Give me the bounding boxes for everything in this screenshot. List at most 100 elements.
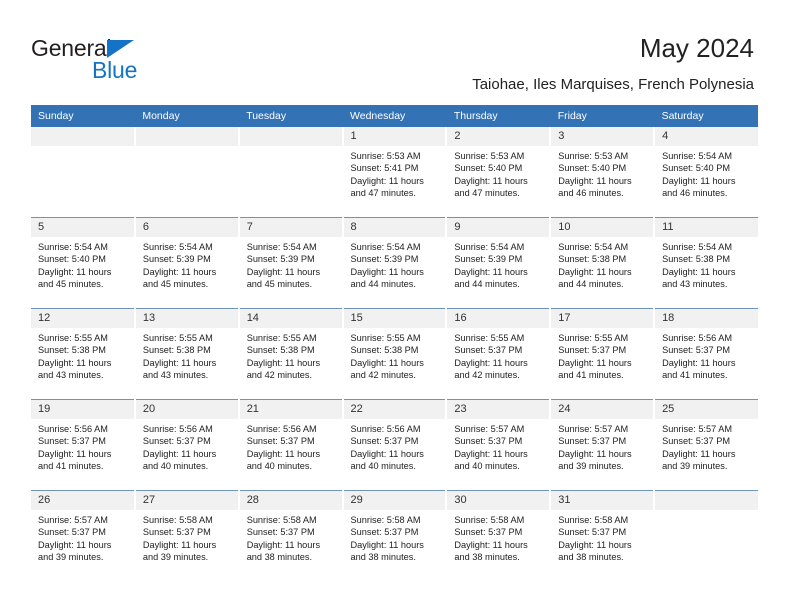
calendar-day-cell[interactable]: 14 Sunrise: 5:55 AM Sunset: 5:38 PM Dayligh… (238, 308, 344, 400)
day-details: Sunrise: 5:56 AM Sunset: 5:37 PM Daylight:… (344, 419, 446, 473)
day-details: Sunrise: 5:54 AM Sunset: 5:38 PM Daylight:… (551, 237, 653, 291)
calendar-day-cell[interactable]: 15 Sunrise: 5:55 AM Sunset: 5:38 PM Dayligh… (342, 308, 448, 400)
daylight-text-line1: Daylight: 11 hours (246, 266, 321, 277)
calendar-day-cell[interactable]: 18 Sunrise: 5:56 AM Sunset: 5:37 PM Dayligh… (654, 308, 758, 400)
daylight-text-line2: and 43 minutes. (38, 370, 104, 381)
calendar-day-cell[interactable]: 12 Sunrise: 5:55 AM Sunset: 5:38 PM Dayligh… (31, 308, 136, 400)
sunrise-text: Sunrise: 5:56 AM (350, 424, 421, 434)
calendar-day-cell[interactable]: 2 Sunrise: 5:53 AM Sunset: 5:40 PM Daylight… (446, 127, 552, 218)
daylight-text-line1: Daylight: 11 hours (558, 539, 632, 550)
sunrise-text: Sunrise: 5:55 AM (246, 333, 317, 343)
calendar-day-cell[interactable]: 26 Sunrise: 5:57 AM Sunset: 5:37 PM Dayligh… (31, 490, 136, 581)
sunrise-text: Sunrise: 5:54 AM (662, 242, 733, 252)
day-number: 21 (239, 400, 342, 419)
calendar-day-cell[interactable]: 9 Sunrise: 5:54 AM Sunset: 5:39 PM Daylight… (446, 217, 552, 309)
daylight-text-line2: and 39 minutes. (38, 552, 104, 563)
sunset-text: Sunset: 5:37 PM (662, 345, 730, 356)
sunset-text: Sunset: 5:40 PM (38, 254, 106, 265)
daylight-text-line1: Daylight: 11 hours (454, 266, 528, 277)
day-number: 20 (135, 400, 238, 419)
day-details: Sunrise: 5:58 AM Sunset: 5:37 PM Daylight:… (551, 510, 653, 564)
daylight-text-line2: and 44 minutes. (350, 279, 416, 290)
calendar-day-cell[interactable]: 1 Sunrise: 5:53 AM Sunset: 5:41 PM Daylight… (342, 127, 448, 218)
daylight-text-line2: and 42 minutes. (454, 370, 520, 381)
calendar-day-cell[interactable]: 10 Sunrise: 5:54 AM Sunset: 5:38 PM Dayligh… (550, 217, 656, 309)
sunset-text: Sunset: 5:40 PM (558, 163, 627, 174)
calendar-day-cell[interactable]: 20 Sunrise: 5:56 AM Sunset: 5:37 PM Dayligh… (134, 399, 240, 491)
calendar-day-cell[interactable]: 4 Sunrise: 5:54 AM Sunset: 5:40 PM Daylight… (654, 127, 758, 218)
calendar-day-cell[interactable]: 19 Sunrise: 5:56 AM Sunset: 5:37 PM Dayligh… (31, 399, 136, 491)
sunset-text: Sunset: 5:40 PM (454, 163, 523, 174)
day-details: Sunrise: 5:56 AM Sunset: 5:37 PM Daylight:… (31, 419, 134, 473)
sunset-text: Sunset: 5:39 PM (246, 254, 315, 265)
day-number: 25 (655, 400, 758, 419)
calendar-day-cell[interactable]: 7 Sunrise: 5:54 AM Sunset: 5:39 PM Daylight… (238, 217, 344, 309)
day-details: Sunrise: 5:57 AM Sunset: 5:37 PM Daylight:… (655, 419, 758, 473)
calendar-day-cell[interactable]: 31 Sunrise: 5:58 AM Sunset: 5:37 PM Dayligh… (550, 490, 656, 581)
calendar-day-cell[interactable]: 6 Sunrise: 5:54 AM Sunset: 5:39 PM Daylight… (134, 217, 240, 309)
day-number: 22 (343, 400, 446, 419)
daylight-text-line2: and 46 minutes. (558, 188, 624, 199)
day-details: Sunrise: 5:54 AM Sunset: 5:40 PM Daylight:… (31, 237, 134, 291)
calendar-day-cell[interactable]: 30 Sunrise: 5:58 AM Sunset: 5:37 PM Dayligh… (446, 490, 552, 581)
sunset-text: Sunset: 5:37 PM (558, 436, 627, 447)
calendar-grid: Sunday Monday Tuesday Wednesday Thursday… (31, 105, 759, 581)
sunset-text: Sunset: 5:37 PM (454, 345, 523, 356)
calendar-day-cell[interactable]: 3 Sunrise: 5:53 AM Sunset: 5:40 PM Daylight… (550, 127, 656, 218)
day-number: 28 (239, 491, 342, 510)
calendar-cell-empty (238, 127, 344, 218)
daylight-text-line2: and 39 minutes. (662, 461, 728, 472)
calendar-day-cell[interactable]: 28 Sunrise: 5:58 AM Sunset: 5:37 PM Dayligh… (238, 490, 344, 581)
daylight-text-line1: Daylight: 11 hours (350, 357, 424, 368)
sunset-text: Sunset: 5:37 PM (38, 436, 106, 447)
calendar-day-cell[interactable]: 23 Sunrise: 5:57 AM Sunset: 5:37 PM Dayligh… (446, 399, 552, 491)
calendar-week-row: 1 Sunrise: 5:53 AM Sunset: 5:41 PM Daylight… (31, 127, 758, 218)
day-number: 5 (31, 218, 134, 237)
day-details: Sunrise: 5:58 AM Sunset: 5:37 PM Daylight:… (447, 510, 549, 564)
daylight-text-line2: and 38 minutes. (350, 552, 416, 563)
sunrise-text: Sunrise: 5:55 AM (454, 333, 525, 343)
sunrise-text: Sunrise: 5:54 AM (558, 242, 629, 252)
daylight-text-line1: Daylight: 11 hours (246, 448, 321, 459)
calendar-day-cell[interactable]: 8 Sunrise: 5:54 AM Sunset: 5:39 PM Daylight… (342, 217, 448, 309)
day-details: Sunrise: 5:57 AM Sunset: 5:37 PM Daylight:… (447, 419, 549, 473)
calendar-day-cell[interactable]: 13 Sunrise: 5:55 AM Sunset: 5:38 PM Dayligh… (134, 308, 240, 400)
calendar-body: 1 Sunrise: 5:53 AM Sunset: 5:41 PM Daylight… (31, 127, 758, 581)
general-blue-logo[interactable]: General Blue (31, 35, 181, 87)
day-number: 31 (551, 491, 654, 510)
calendar-day-cell[interactable]: 16 Sunrise: 5:55 AM Sunset: 5:37 PM Dayligh… (446, 308, 552, 400)
daylight-text-line2: and 38 minutes. (246, 552, 313, 563)
daylight-text-line2: and 41 minutes. (558, 370, 624, 381)
daylight-text-line1: Daylight: 11 hours (246, 539, 321, 550)
day-number (135, 127, 238, 146)
calendar-day-cell[interactable]: 24 Sunrise: 5:57 AM Sunset: 5:37 PM Dayligh… (550, 399, 656, 491)
triangle-icon (107, 40, 134, 58)
day-number: 3 (551, 127, 654, 146)
day-number: 6 (135, 218, 238, 237)
calendar-day-cell[interactable]: 29 Sunrise: 5:58 AM Sunset: 5:37 PM Dayligh… (342, 490, 448, 581)
sunrise-text: Sunrise: 5:58 AM (142, 515, 213, 525)
day-number: 26 (31, 491, 134, 510)
daylight-text-line2: and 42 minutes. (246, 370, 313, 381)
calendar-week-row: 5 Sunrise: 5:54 AM Sunset: 5:40 PM Daylight… (31, 217, 758, 309)
calendar-day-cell[interactable]: 5 Sunrise: 5:54 AM Sunset: 5:40 PM Daylight… (31, 217, 136, 309)
calendar-day-cell[interactable]: 17 Sunrise: 5:55 AM Sunset: 5:37 PM Dayligh… (550, 308, 656, 400)
calendar-day-cell[interactable]: 21 Sunrise: 5:56 AM Sunset: 5:37 PM Dayligh… (238, 399, 344, 491)
calendar-day-cell[interactable]: 27 Sunrise: 5:58 AM Sunset: 5:37 PM Dayligh… (134, 490, 240, 581)
sunrise-text: Sunrise: 5:58 AM (454, 515, 525, 525)
sunrise-text: Sunrise: 5:53 AM (454, 151, 525, 161)
day-number (655, 491, 758, 510)
sunrise-text: Sunrise: 5:55 AM (350, 333, 421, 343)
sunrise-text: Sunrise: 5:57 AM (558, 424, 629, 434)
calendar-day-cell[interactable]: 25 Sunrise: 5:57 AM Sunset: 5:37 PM Dayligh… (654, 399, 758, 491)
weekday-header-friday: Friday (550, 105, 655, 127)
sunrise-text: Sunrise: 5:54 AM (246, 242, 317, 252)
calendar-cell-empty (134, 127, 240, 218)
sunset-text: Sunset: 5:38 PM (662, 254, 730, 265)
calendar-day-cell[interactable]: 22 Sunrise: 5:56 AM Sunset: 5:37 PM Dayligh… (342, 399, 448, 491)
day-details: Sunrise: 5:54 AM Sunset: 5:39 PM Daylight:… (344, 237, 446, 291)
daylight-text-line2: and 39 minutes. (558, 461, 624, 472)
sunset-text: Sunset: 5:37 PM (38, 527, 106, 538)
calendar-day-cell[interactable]: 11 Sunrise: 5:54 AM Sunset: 5:38 PM Dayligh… (654, 217, 758, 309)
day-details: Sunrise: 5:53 AM Sunset: 5:41 PM Daylight:… (344, 146, 446, 200)
